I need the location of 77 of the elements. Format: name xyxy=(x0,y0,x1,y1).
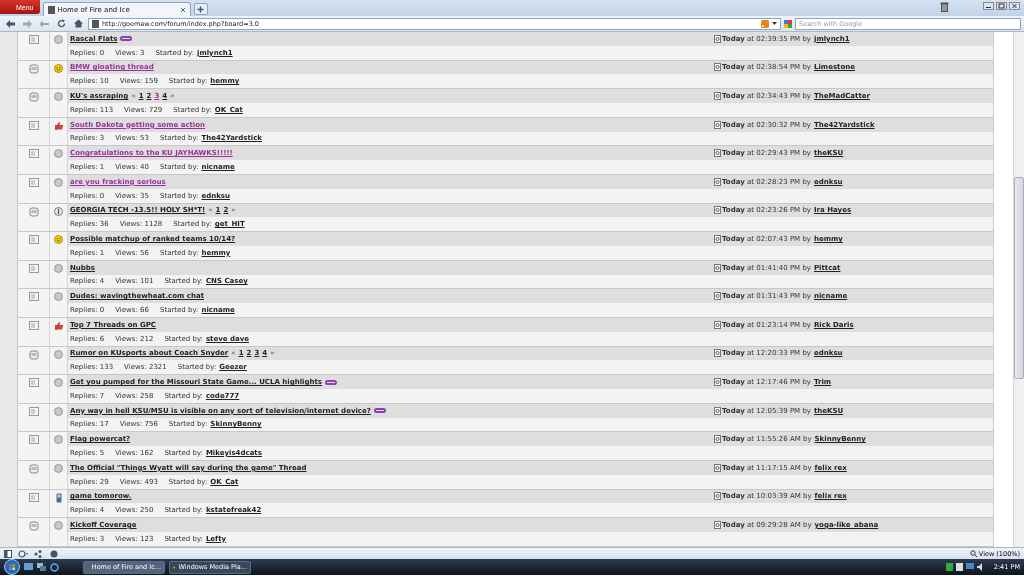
widget-icon[interactable] xyxy=(50,549,60,558)
topic-icon xyxy=(28,35,39,44)
thumbs-up-icon xyxy=(53,320,64,330)
smiley-icon xyxy=(54,235,63,245)
thumbs-up-icon xyxy=(53,120,64,130)
last-post-icon xyxy=(714,463,721,472)
page-icon xyxy=(92,19,99,28)
last-post-icon xyxy=(714,263,721,272)
hot-topic-icon xyxy=(28,463,39,474)
last-post-icon xyxy=(714,235,721,244)
maximize-icon[interactable] xyxy=(996,2,1007,10)
last-post-icon xyxy=(714,206,721,215)
circle-icon xyxy=(54,263,63,273)
search-engine-icon[interactable] xyxy=(784,19,792,28)
phone-icon xyxy=(55,492,62,503)
topic-icon xyxy=(28,492,39,502)
smiley-icon xyxy=(54,63,63,73)
last-post-icon xyxy=(714,292,721,301)
scrollbar[interactable] xyxy=(1013,32,1024,547)
last-post-icon xyxy=(714,492,721,501)
plus-icon xyxy=(197,5,204,13)
hot-topic-icon xyxy=(28,521,39,532)
topic-icon xyxy=(28,263,39,273)
circle-icon xyxy=(54,149,63,159)
topic-icon xyxy=(28,435,39,445)
circle-icon xyxy=(54,177,63,187)
last-post-icon xyxy=(714,92,721,101)
circle-icon xyxy=(54,521,63,531)
start-orb-icon[interactable] xyxy=(4,559,20,575)
trash-icon[interactable] xyxy=(940,2,949,12)
hot-topic-icon xyxy=(28,63,39,74)
topic-icon xyxy=(28,292,39,302)
circle-icon xyxy=(54,349,63,359)
last-post-icon xyxy=(714,320,721,329)
close-icon[interactable] xyxy=(179,6,186,13)
last-post-icon xyxy=(714,34,721,43)
topic-icon xyxy=(28,406,39,416)
topic-icon xyxy=(28,378,39,388)
last-post-icon xyxy=(714,177,721,186)
dropdown-caret-icon[interactable] xyxy=(772,22,777,25)
page-icon xyxy=(47,5,55,14)
circle-icon xyxy=(54,378,63,388)
last-post-icon xyxy=(714,120,721,129)
topic-icon xyxy=(28,177,39,187)
last-post-icon xyxy=(714,378,721,386)
close-icon[interactable] xyxy=(1009,2,1020,10)
circle-icon xyxy=(54,406,63,416)
last-post-icon xyxy=(714,349,721,358)
last-post-icon xyxy=(714,63,721,72)
circle-icon xyxy=(54,435,63,445)
hot-topic-icon xyxy=(28,206,39,217)
window-switch-icon[interactable] xyxy=(37,563,46,571)
search-icon xyxy=(969,550,977,557)
hot-topic-icon xyxy=(28,349,39,360)
topic-icon xyxy=(28,120,39,130)
topic-icon xyxy=(28,235,39,245)
topic-icon xyxy=(28,320,39,330)
circle-icon xyxy=(54,35,63,44)
panel-icon[interactable] xyxy=(4,549,12,558)
last-post-icon xyxy=(714,406,721,415)
exclamation-circle-icon xyxy=(54,206,63,216)
circle-icon xyxy=(54,463,63,473)
new-tab-button[interactable] xyxy=(193,3,208,15)
network-icon[interactable] xyxy=(965,563,974,571)
last-post-icon xyxy=(714,435,721,444)
circle-icon xyxy=(54,92,63,102)
last-post-icon xyxy=(714,149,721,158)
last-post-icon xyxy=(714,521,721,529)
minimize-icon[interactable] xyxy=(983,2,994,10)
topic-icon xyxy=(28,149,39,159)
share-icon[interactable] xyxy=(34,549,44,558)
hot-topic-icon xyxy=(28,92,39,103)
volume-icon[interactable] xyxy=(976,563,985,571)
desktop-icon[interactable] xyxy=(24,563,33,571)
circle-icon xyxy=(54,292,63,302)
home-button[interactable] xyxy=(71,17,85,30)
browser-icon[interactable] xyxy=(50,562,59,572)
